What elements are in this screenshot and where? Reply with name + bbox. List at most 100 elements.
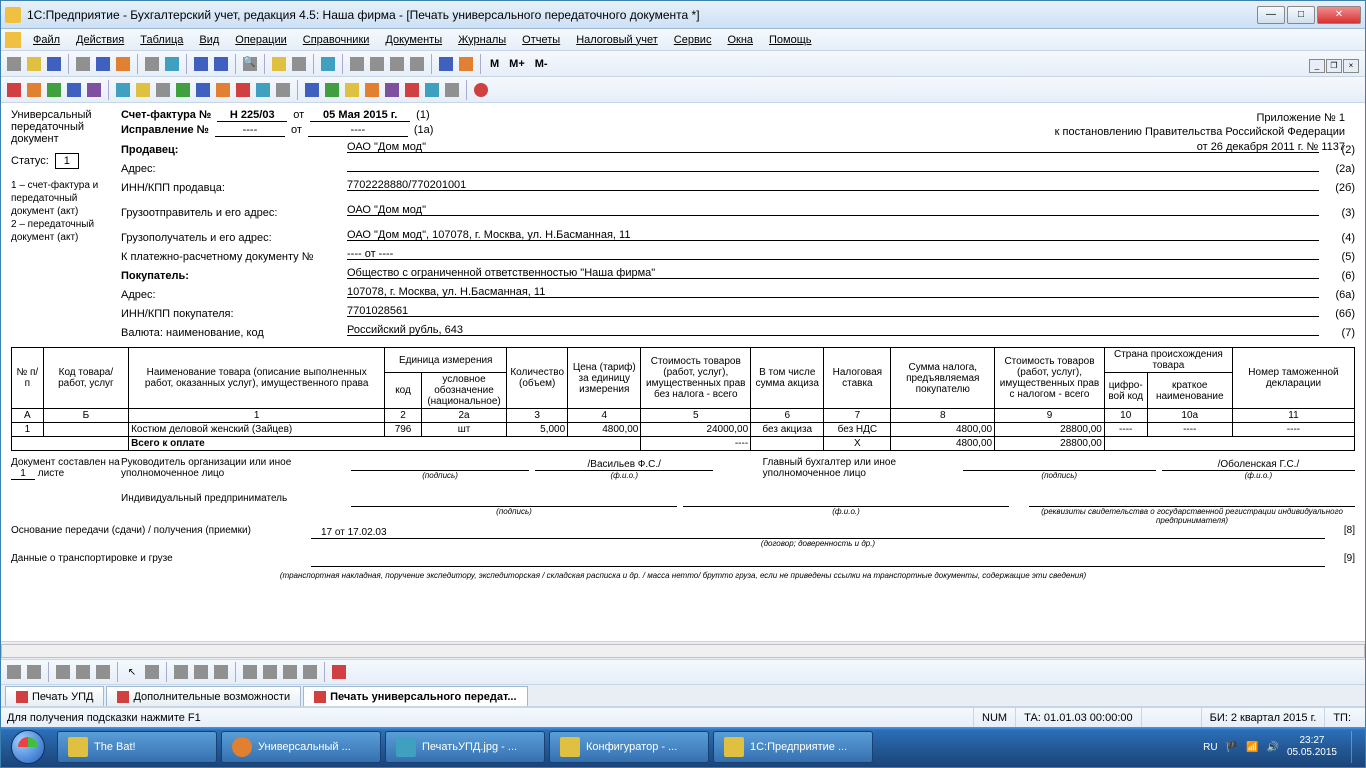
tb2-11-icon[interactable] (214, 81, 232, 99)
tb-mminus[interactable]: M- (531, 58, 552, 70)
tb-redo-icon[interactable] (212, 55, 230, 73)
tb-grid1-icon[interactable] (348, 55, 366, 73)
tb-chart-icon[interactable] (437, 55, 455, 73)
tb2-17-icon[interactable] (343, 81, 361, 99)
clock[interactable]: 23:2705.05.2015 (1287, 735, 1337, 759)
tb-preview-icon[interactable] (163, 55, 181, 73)
document-area[interactable]: Приложение № 1к постановлению Правительс… (1, 103, 1365, 641)
tb2-7-icon[interactable] (134, 81, 152, 99)
menu-help[interactable]: Помощь (761, 32, 820, 48)
tb-mplus[interactable]: M+ (505, 58, 529, 70)
tb-save-icon[interactable] (45, 55, 63, 73)
tb2-19-icon[interactable] (383, 81, 401, 99)
tray-network-icon[interactable]: 📶 (1246, 742, 1258, 753)
tb-new-icon[interactable] (5, 55, 23, 73)
tb2-14-icon[interactable] (274, 81, 292, 99)
start-button[interactable] (1, 727, 55, 767)
tab-print-universal[interactable]: Печать универсального передат... (303, 686, 527, 706)
menu-operations[interactable]: Операции (227, 32, 294, 48)
h-scrollbar[interactable] (1, 641, 1365, 659)
menu-tax[interactable]: Налоговый учет (568, 32, 666, 48)
menu-windows[interactable]: Окна (719, 32, 761, 48)
task-1c[interactable]: 1С:Предприятие ... (713, 731, 873, 763)
mdi-minimize[interactable]: _ (1309, 59, 1325, 73)
bt-1-icon[interactable] (5, 663, 23, 681)
tb2-13-icon[interactable] (254, 81, 272, 99)
tb2-22-icon[interactable] (443, 81, 461, 99)
tb-help-icon[interactable] (319, 55, 337, 73)
tb2-18-icon[interactable] (363, 81, 381, 99)
menu-file[interactable]: Файл (25, 32, 68, 48)
menu-view[interactable]: Вид (191, 32, 227, 48)
tab-additional[interactable]: Дополнительные возможности (106, 686, 301, 706)
tb2-20-icon[interactable] (403, 81, 421, 99)
tb-find-icon[interactable]: 🔍 (241, 55, 259, 73)
tb-paste-icon[interactable] (114, 55, 132, 73)
maximize-button[interactable]: □ (1287, 6, 1315, 24)
bt-5-icon[interactable] (94, 663, 112, 681)
tb2-10-icon[interactable] (194, 81, 212, 99)
menu-actions[interactable]: Действия (68, 32, 132, 48)
tb-grid2-icon[interactable] (368, 55, 386, 73)
bt-9-icon[interactable] (212, 663, 230, 681)
bt-14-icon[interactable] (330, 663, 348, 681)
bt-10-icon[interactable] (241, 663, 259, 681)
tb-grid3-icon[interactable] (388, 55, 406, 73)
mdi-restore[interactable]: ❐ (1326, 59, 1342, 73)
tb2-16-icon[interactable] (323, 81, 341, 99)
tb2-4-icon[interactable] (65, 81, 83, 99)
upd-title: Универсальный передаточный документ (11, 109, 113, 145)
tb2-21-icon[interactable] (423, 81, 441, 99)
bt-12-icon[interactable] (281, 663, 299, 681)
tb-print-icon[interactable] (143, 55, 161, 73)
tb-calc-icon[interactable] (290, 55, 308, 73)
tray-flag-icon[interactable]: 🏴 (1226, 742, 1238, 753)
tb2-15-icon[interactable] (303, 81, 321, 99)
table-row[interactable]: 1 Костюм деловой женский (Зайцев) 796шт … (12, 423, 1355, 437)
tb2-2-icon[interactable] (25, 81, 43, 99)
tb-m[interactable]: M (486, 58, 503, 70)
task-thebat[interactable]: The Bat! (57, 731, 217, 763)
task-firefox[interactable]: Универсальный ... (221, 731, 381, 763)
system-tray[interactable]: RU 🏴 📶 🔊 23:2705.05.2015 (1195, 731, 1365, 763)
tab-print-upd[interactable]: Печать УПД (5, 686, 104, 706)
tb-copy-icon[interactable] (94, 55, 112, 73)
tb2-1-icon[interactable] (5, 81, 23, 99)
tb-book-icon[interactable] (457, 55, 475, 73)
tb2-12-icon[interactable] (234, 81, 252, 99)
tb-undo-icon[interactable] (192, 55, 210, 73)
minimize-button[interactable]: — (1257, 6, 1285, 24)
tb2-9-icon[interactable] (174, 81, 192, 99)
show-desktop[interactable] (1351, 731, 1357, 763)
tray-sound-icon[interactable]: 🔊 (1266, 742, 1278, 753)
menu-reports[interactable]: Отчеты (514, 32, 568, 48)
bt-arrow-icon[interactable]: ↖ (123, 663, 141, 681)
menu-table[interactable]: Таблица (132, 32, 191, 48)
mdi-close[interactable]: × (1343, 59, 1359, 73)
tb2-6-icon[interactable] (114, 81, 132, 99)
menu-journals[interactable]: Журналы (450, 32, 514, 48)
tb2-stop-icon[interactable] (472, 81, 490, 99)
tb2-3-icon[interactable] (45, 81, 63, 99)
tb-calendar-icon[interactable] (270, 55, 288, 73)
tb2-5-icon[interactable] (85, 81, 103, 99)
menu-service[interactable]: Сервис (666, 32, 720, 48)
bt-11-icon[interactable] (261, 663, 279, 681)
tb2-8-icon[interactable] (154, 81, 172, 99)
bt-8-icon[interactable] (192, 663, 210, 681)
tb-grid4-icon[interactable] (408, 55, 426, 73)
bt-2-icon[interactable] (25, 663, 43, 681)
tb-open-icon[interactable] (25, 55, 43, 73)
menu-directories[interactable]: Справочники (295, 32, 378, 48)
menu-documents[interactable]: Документы (377, 32, 450, 48)
bt-13-icon[interactable] (301, 663, 319, 681)
bt-3-icon[interactable] (54, 663, 72, 681)
tb-cut-icon[interactable] (74, 55, 92, 73)
close-button[interactable]: ✕ (1317, 6, 1361, 24)
task-paint[interactable]: ПечатьУПД.jpg - ... (385, 731, 545, 763)
bt-7-icon[interactable] (172, 663, 190, 681)
lang-indicator[interactable]: RU (1203, 742, 1217, 753)
bt-6-icon[interactable] (143, 663, 161, 681)
bt-4-icon[interactable] (74, 663, 92, 681)
task-configurator[interactable]: Конфигуратор - ... (549, 731, 709, 763)
